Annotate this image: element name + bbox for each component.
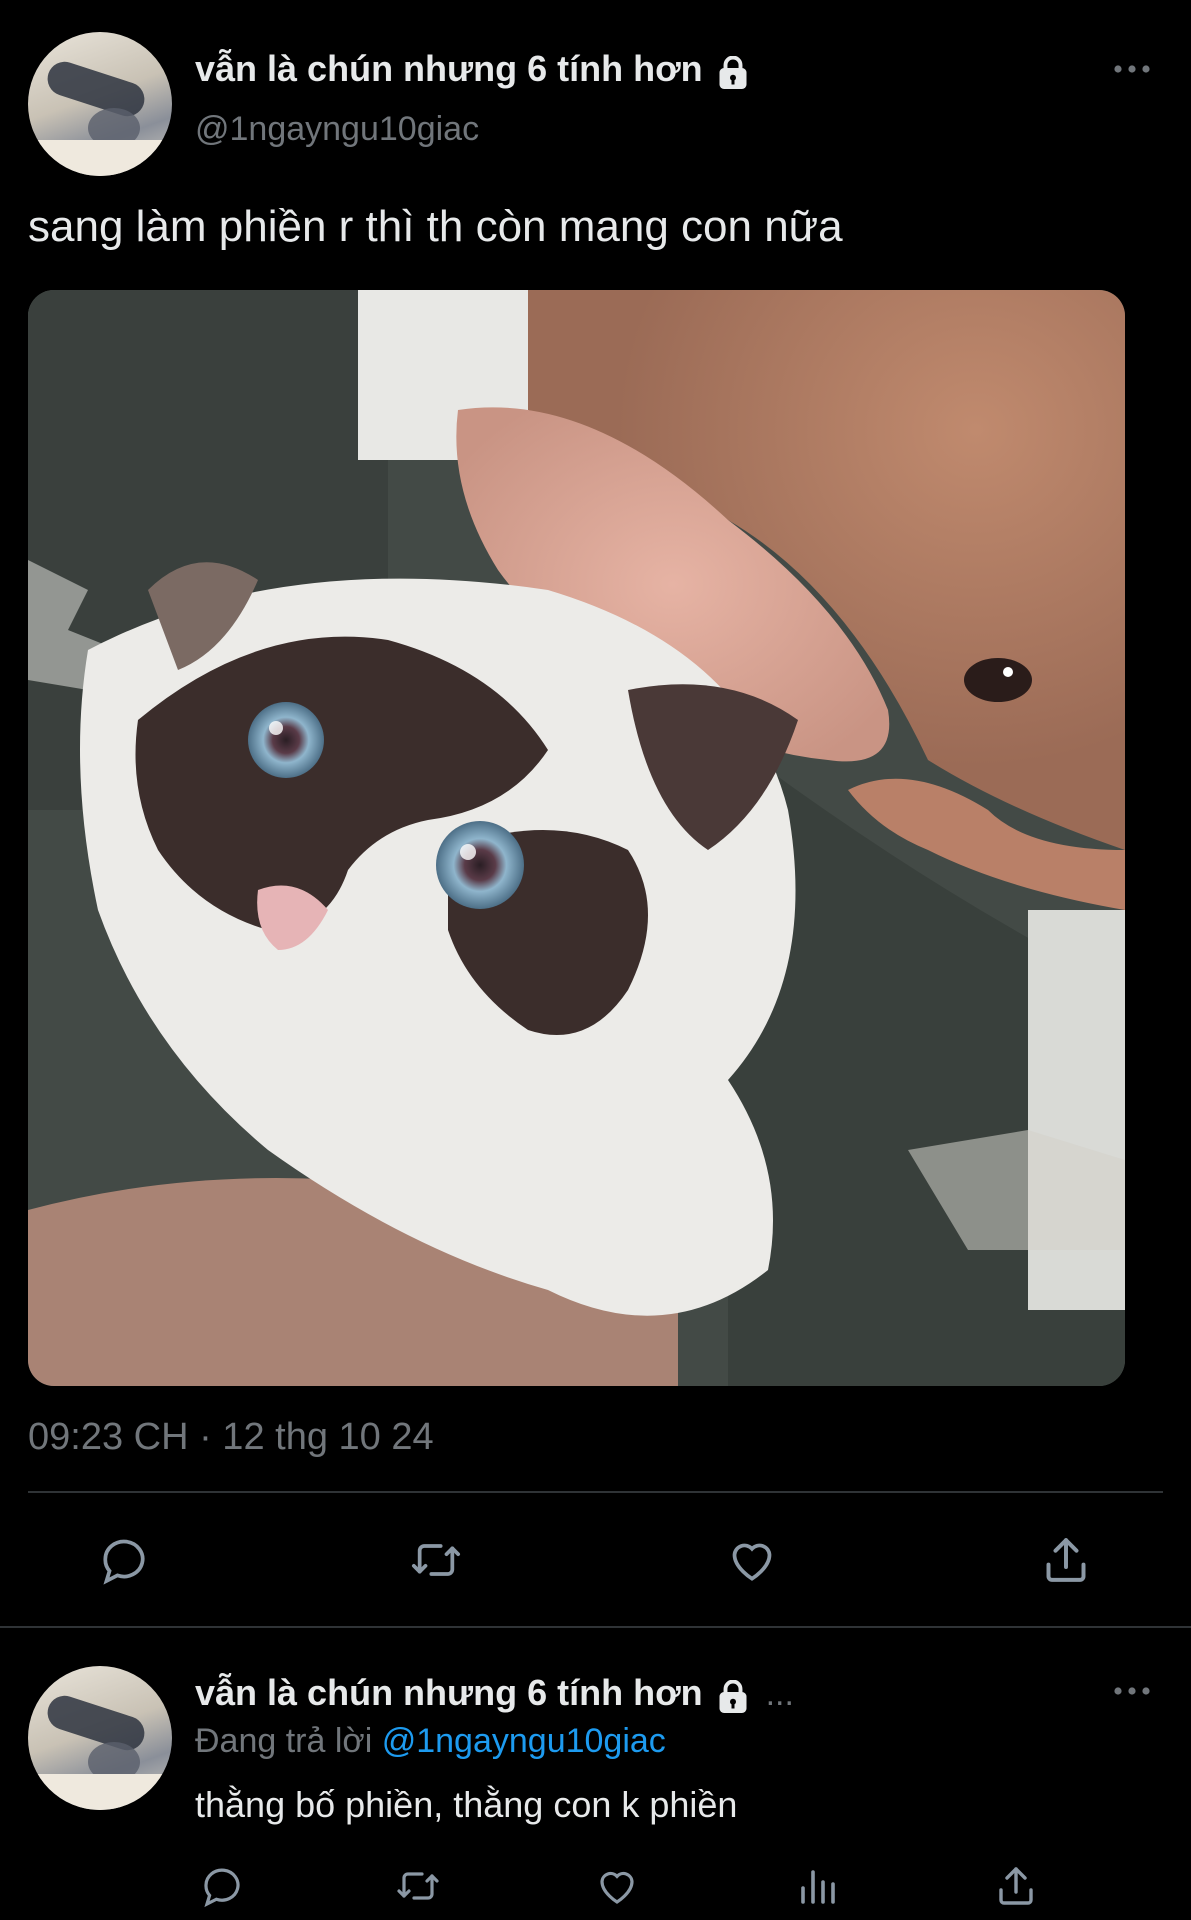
replying-prefix: Đang trả lời	[195, 1722, 373, 1760]
more-icon[interactable]	[1112, 62, 1152, 81]
author-name[interactable]: vẫn là chún nhưng 6 tính hơn	[195, 1672, 703, 1713]
share-icon[interactable]	[1034, 1528, 1098, 1592]
like-icon[interactable]	[720, 1528, 784, 1592]
tweet-photo[interactable]	[28, 290, 1125, 1386]
tweet-author-name-row: vẫn là chún nhưng 6 tính hơn	[195, 48, 751, 97]
reply-icon[interactable]	[190, 1854, 254, 1918]
truncation-ellipsis: ...	[765, 1675, 794, 1713]
author-handle[interactable]: @1ngayngu10giac	[195, 110, 479, 149]
avatar[interactable]	[28, 1666, 172, 1810]
divider	[28, 1491, 1163, 1493]
analytics-icon[interactable]	[785, 1854, 849, 1918]
lock-icon	[715, 1679, 751, 1721]
avatar[interactable]	[28, 32, 172, 176]
like-icon[interactable]	[585, 1854, 649, 1918]
replying-to-mention[interactable]: @1ngayngu10giac	[382, 1722, 666, 1760]
more-icon[interactable]	[1112, 1684, 1152, 1703]
retweet-icon[interactable]	[386, 1854, 450, 1918]
share-icon[interactable]	[984, 1854, 1048, 1918]
reply-icon[interactable]	[92, 1528, 156, 1592]
divider	[0, 1626, 1191, 1628]
tweet-timestamp[interactable]: 09:23 CH · 12 thg 10 24	[28, 1416, 434, 1459]
reply-author-name-row: vẫn là chún nhưng 6 tính hơn ...	[195, 1672, 794, 1721]
lock-icon	[715, 55, 751, 97]
retweet-icon[interactable]	[404, 1528, 468, 1592]
replying-to-line: Đang trả lời @1ngayngu10giac	[195, 1722, 666, 1761]
reply-text: thằng bố phiền, thằng con k phiền	[195, 1784, 738, 1825]
tweet-text: sang làm phiền r thì th còn mang con nữa	[28, 202, 843, 251]
author-name[interactable]: vẫn là chún nhưng 6 tính hơn	[195, 48, 703, 89]
